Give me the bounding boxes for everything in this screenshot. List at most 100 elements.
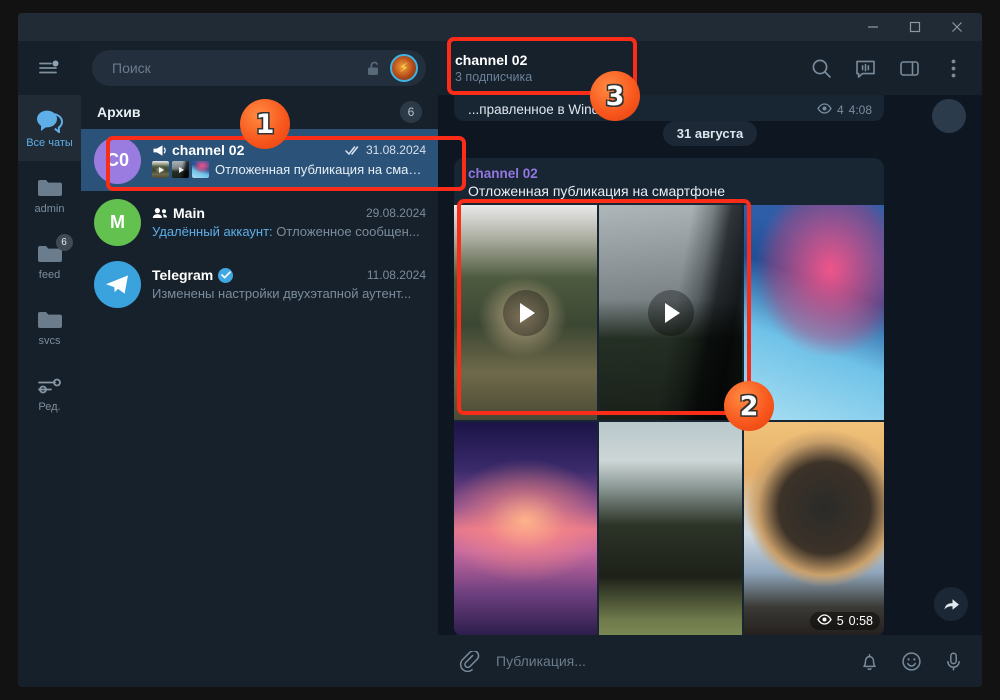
message-header: channel 02 Отложенная публикация на смар… — [454, 158, 884, 205]
chat-item-preview-line: Изменены настройки двухэтапной аутент... — [152, 286, 426, 301]
live-stream-icon[interactable] — [846, 49, 884, 87]
lightning-bolt-avatar[interactable]: ⚡ — [390, 54, 418, 82]
chat-item-name: Telegram — [152, 267, 214, 283]
annotation-number-2: 2 — [724, 381, 774, 431]
more-options-icon[interactable] — [934, 49, 972, 87]
chat-item-meta: 11.08.2024 — [359, 268, 426, 282]
sidebar-item-label: admin — [34, 203, 65, 215]
window-titlebar — [18, 13, 982, 41]
chat-list-item-main[interactable]: M Main 29.08.2024 Удалённый аккаунт: Отл… — [81, 191, 438, 253]
forward-arrow-icon[interactable] — [934, 587, 968, 621]
unlocked-padlock-icon[interactable] — [366, 60, 382, 77]
media-item-photo-mountain[interactable] — [599, 422, 742, 635]
sidebar-item-label: svcs — [38, 335, 61, 347]
chat-item-top-line: Telegram 11.08.2024 — [152, 267, 426, 283]
chat-item-preview: Отложенная публикация на смар... — [215, 162, 426, 177]
verified-badge-icon — [218, 267, 234, 283]
media-item-photo-globe[interactable]: 5 0:58 — [744, 422, 884, 635]
megaphone-icon — [152, 144, 167, 157]
message-composer: Публикация... — [438, 635, 982, 687]
hamburger-menu-icon[interactable] — [18, 41, 81, 95]
play-button-icon[interactable] — [502, 289, 549, 336]
chat-item-name: Main — [173, 205, 205, 221]
window-minimize-button[interactable] — [852, 13, 894, 41]
sidebar-item-feed[interactable]: 6 feed — [18, 227, 81, 293]
message-time: 0:58 — [848, 614, 873, 628]
play-button-icon[interactable] — [647, 289, 694, 336]
message-views-count: 5 — [836, 614, 844, 628]
media-item-photo-deer[interactable] — [454, 205, 597, 420]
media-item-photo-balloons[interactable] — [454, 422, 597, 635]
chat-item-date: 29.08.2024 — [365, 206, 426, 220]
chat-item-date: 11.08.2024 — [366, 268, 426, 282]
avatar: M — [94, 198, 141, 246]
avatar-initials: C0 — [105, 149, 129, 170]
sidebar-item-label: Все чаты — [26, 137, 73, 149]
avatar-initials: M — [110, 211, 125, 232]
chat-item-texts: Main 29.08.2024 Удалённый аккаунт: Отлож… — [152, 205, 426, 239]
search-input[interactable]: Поиск ⚡ — [92, 50, 426, 86]
screenshot-root: Все чаты admin 6 feed svcs Ред. Поиск ⚡ … — [0, 0, 1000, 700]
eye-icon — [816, 614, 832, 628]
smiley-icon[interactable] — [896, 646, 926, 676]
message-text: Отложенная публикация на смартфоне — [468, 183, 725, 199]
chat-item-top-line: Main 29.08.2024 — [152, 205, 426, 221]
chat-item-texts: Telegram 11.08.2024 Изменены настройки д… — [152, 267, 426, 301]
folder-icon — [36, 173, 64, 199]
photo-thumb-sakura — [192, 161, 209, 178]
chat-list-item-telegram[interactable]: Telegram 11.08.2024 Изменены настройки д… — [81, 253, 438, 315]
sidebar-toggle-icon[interactable] — [890, 49, 928, 87]
archive-label: Архив — [97, 104, 141, 120]
message-channel-name: channel 02 — [468, 166, 538, 181]
annotation-number-1: 1 — [240, 99, 290, 149]
chat-item-preview: Удалённый аккаунт: Отложенное сообщен... — [152, 224, 420, 239]
message-bubble[interactable]: channel 02 Отложенная публикация на смар… — [454, 158, 884, 635]
message-views-badge: 5 0:58 — [809, 612, 880, 630]
group-icon — [152, 207, 168, 219]
search-icon[interactable] — [802, 49, 840, 87]
search-row: Поиск ⚡ — [81, 41, 438, 95]
telegram-logo-icon — [106, 274, 128, 294]
chat-item-preview-line: Удалённый аккаунт: Отложенное сообщен... — [152, 224, 426, 239]
chat-item-meta: 29.08.2024 — [358, 206, 426, 220]
telegram-window: Все чаты admin 6 feed svcs Ред. Поиск ⚡ … — [18, 13, 982, 687]
paperclip-icon[interactable] — [454, 646, 484, 676]
date-separator-row: 31 августа — [454, 95, 966, 146]
chats-icon — [35, 107, 65, 133]
video-thumb-train — [172, 161, 189, 178]
date-separator[interactable]: 31 августа — [662, 121, 758, 146]
search-placeholder: Поиск — [112, 60, 151, 76]
sidebar-item-admin[interactable]: admin — [18, 161, 81, 227]
message-area: ...правленное в Windows 4 4:08 31 август… — [438, 95, 982, 635]
chat-item-preview-text: Отложенное сообщен... — [276, 224, 420, 239]
sidebar-item-label: Ред. — [38, 401, 61, 413]
chat-item-meta: 31.08.2024 — [337, 143, 426, 157]
chat-item-preview-line: Отложенная публикация на смар... — [152, 161, 426, 178]
double-check-icon — [345, 145, 362, 156]
message-input[interactable]: Публикация... — [496, 653, 842, 669]
folder-icon: 6 — [36, 234, 73, 265]
media-item-photo-train[interactable] — [599, 205, 742, 420]
chat-item-top-line: channel 02 31.08.2024 — [152, 142, 426, 158]
chat-item-preview-sender: Удалённый аккаунт: — [152, 224, 273, 239]
chat-item-texts: channel 02 31.08.2024 Отложенная публика… — [152, 142, 426, 178]
avatar — [94, 260, 141, 308]
chat-item-preview: Изменены настройки двухэтапной аутент... — [152, 286, 412, 301]
window-maximize-button[interactable] — [894, 13, 936, 41]
sidebar-item-all-chats[interactable]: Все чаты — [18, 95, 81, 161]
window-close-button[interactable] — [936, 13, 978, 41]
folders-rail: Все чаты admin 6 feed svcs Ред. — [18, 41, 81, 687]
bell-icon[interactable] — [854, 646, 884, 676]
feed-unread-badge: 6 — [55, 234, 73, 251]
chat-header: channel 02 3 подписчика — [438, 41, 982, 95]
microphone-icon[interactable] — [938, 646, 968, 676]
sidebar-item-label: feed — [38, 269, 61, 281]
avatar: C0 — [94, 136, 141, 184]
annotation-number-3: 3 — [590, 71, 640, 121]
sidebar-item-edit-folders[interactable]: Ред. — [18, 359, 81, 425]
archive-count-badge: 6 — [400, 101, 422, 123]
conversation-panel: channel 02 3 подписчика ...правленное в … — [438, 41, 982, 687]
sidebar-item-svcs[interactable]: svcs — [18, 293, 81, 359]
sliders-icon — [36, 371, 64, 397]
video-thumb-deer — [152, 161, 169, 178]
